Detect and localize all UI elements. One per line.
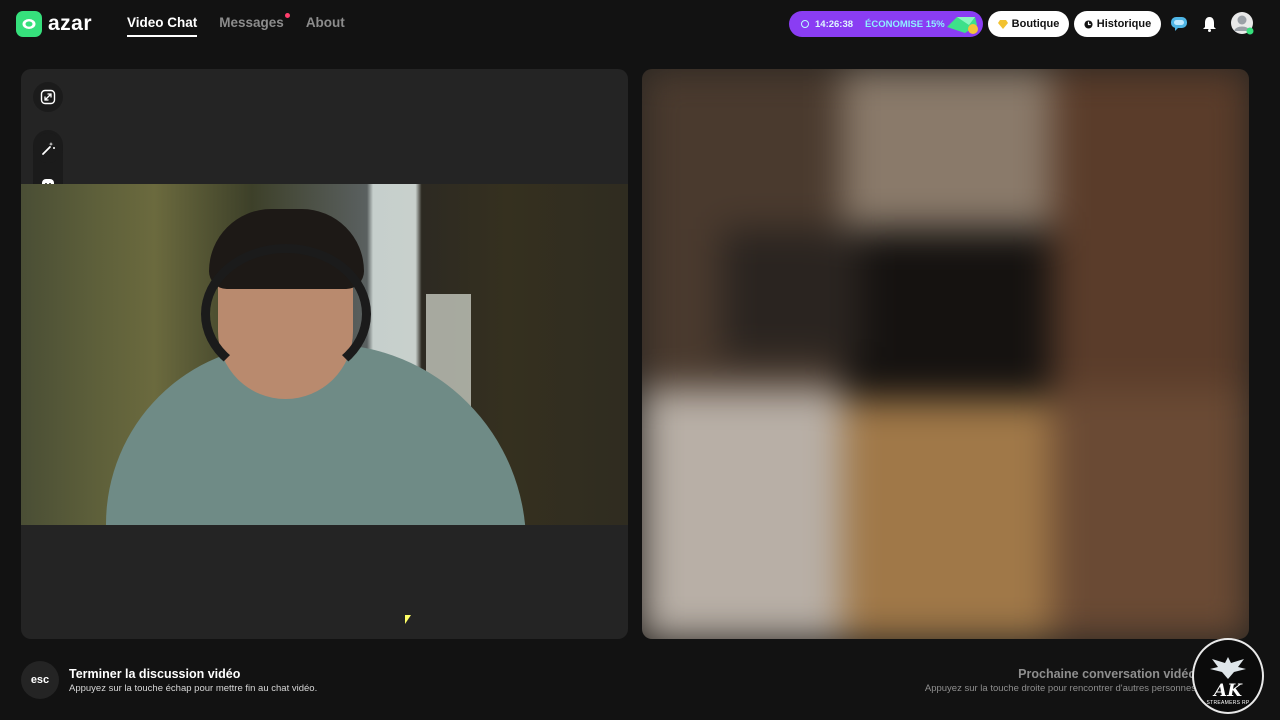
badge-initials: AK <box>1214 681 1242 701</box>
main-nav: Video Chat Messages About <box>127 13 345 37</box>
eagle-icon <box>1210 657 1246 679</box>
historique-label: Historique <box>1096 18 1152 30</box>
end-chat-title: Terminer la discussion vidéo <box>69 667 241 681</box>
magic-wand-icon <box>41 141 55 155</box>
end-chat-hint: Appuyez sur la touche échap pour mettre … <box>69 683 318 694</box>
streamer-watermark-logo: AK STREAMERS RP <box>1192 638 1264 714</box>
nav-about[interactable]: About <box>306 15 345 37</box>
filter-button[interactable] <box>33 133 63 163</box>
avatar[interactable] <box>1230 11 1254 35</box>
expand-icon <box>40 89 56 105</box>
historique-button[interactable]: Historique <box>1074 11 1161 37</box>
headphones <box>201 244 371 384</box>
nav-messages[interactable]: Messages <box>219 13 290 37</box>
gem-icon <box>947 17 978 34</box>
bell-icon[interactable] <box>1199 14 1219 34</box>
boutique-button[interactable]: Boutique <box>988 11 1069 37</box>
notification-dot <box>284 13 290 18</box>
mouse-cursor <box>405 615 411 624</box>
promo-label: ÉCONOMISE 15% <box>865 18 945 30</box>
next-chat-hint: Appuyez sur la touche droite pour rencon… <box>924 683 1196 694</box>
partner-video-panel <box>642 69 1249 639</box>
azar-logo[interactable]: azar <box>16 11 92 37</box>
badge-subtitle: STREAMERS RP <box>1206 700 1250 706</box>
nav-messages-label: Messages <box>219 15 284 30</box>
logo-text: azar <box>48 12 93 35</box>
chat-bubble-icon[interactable] <box>1169 14 1189 34</box>
esc-key-button[interactable]: esc <box>21 661 59 699</box>
blurred-partner-feed <box>642 69 1249 639</box>
top-bar: azar Video Chat Messages About 14:26:38 … <box>0 0 1280 48</box>
self-camera-feed <box>21 184 628 525</box>
history-icon <box>1084 19 1093 29</box>
diamond-icon <box>997 19 1008 29</box>
clock-icon <box>801 20 809 28</box>
self-video-panel <box>21 69 628 639</box>
boutique-label: Boutique <box>1011 18 1060 30</box>
next-chat-title: Prochaine conversation vidéo <box>1018 667 1196 681</box>
nav-video-chat[interactable]: Video Chat <box>127 15 198 37</box>
promo-timer: 14:26:38 <box>815 18 854 30</box>
expand-button[interactable] <box>33 82 63 112</box>
azar-logo-icon <box>16 11 42 37</box>
promo-banner[interactable]: 14:26:38 ÉCONOMISE 15% <box>789 11 983 37</box>
